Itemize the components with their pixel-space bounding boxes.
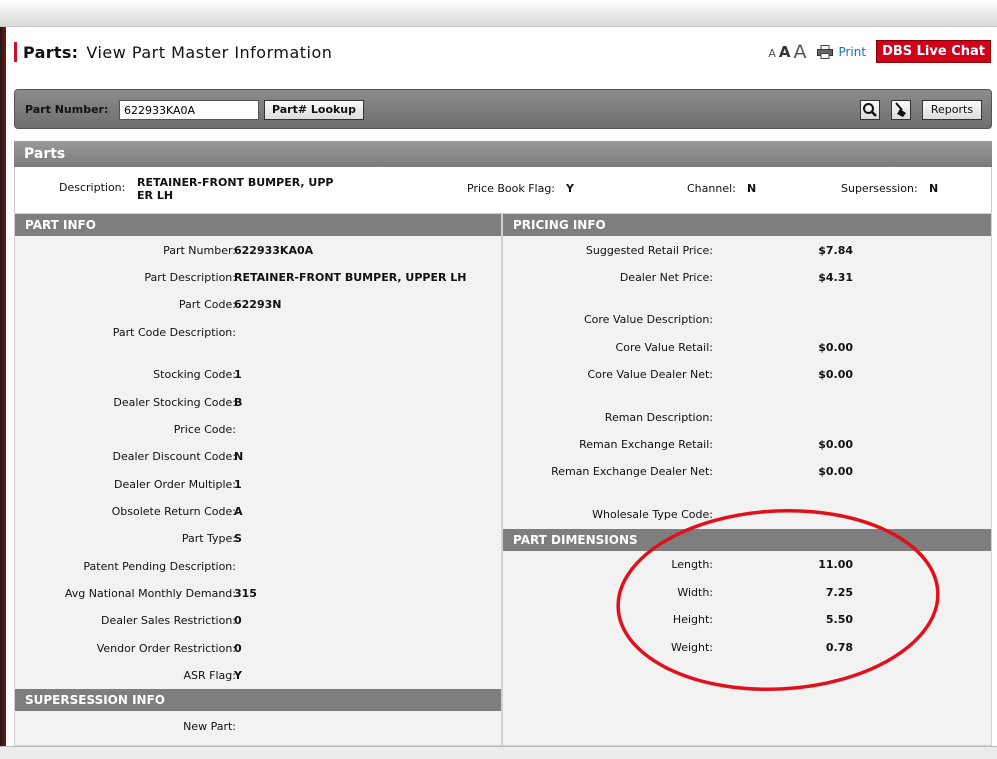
dimension-row-value: 5.50 (825, 613, 853, 626)
part-number-label: Part Number: (25, 103, 109, 116)
pricing-info-header: PRICING INFO (503, 214, 991, 236)
browser-top-bar (0, 0, 997, 27)
dimension-row-label: Width: (677, 586, 713, 599)
part-info-row-value: N (234, 450, 244, 463)
price-book-flag-label: Price Book Flag: (467, 182, 556, 195)
search-icon-button[interactable] (860, 100, 880, 120)
part-info-header: PART INFO (15, 214, 501, 236)
part-info-row-value: Y (234, 669, 242, 682)
dimension-row-value: 11.00 (818, 558, 853, 571)
pricing-row-label: Reman Description: (604, 411, 713, 424)
channel-label: Channel: (687, 182, 736, 195)
dimension-row-label: Weight: (670, 641, 713, 654)
pricing-row-label: Core Value Dealer Net: (587, 368, 714, 381)
font-size-small-button[interactable]: A (768, 47, 776, 60)
supersession-info-header: SUPERSESSION INFO (15, 689, 501, 711)
page-title-text: View Part Master Information (86, 42, 333, 62)
dimension-row-value: 7.25 (825, 586, 853, 599)
part-number-input[interactable] (119, 100, 259, 120)
part-info-row-label: Dealer Stocking Code: (113, 396, 236, 409)
broom-icon (895, 102, 906, 117)
page-content: Parts: View Part Master Information A A … (6, 28, 997, 759)
bottom-scroll-strip (0, 746, 997, 759)
part-info-row-label: ASR Flag: (183, 669, 236, 682)
part-info-row-value: B (234, 396, 243, 409)
dimension-row-label: Length: (671, 558, 713, 571)
part-info-row-value: 0 (234, 642, 242, 655)
pricing-row-label: Core Value Retail: (615, 341, 713, 354)
pricing-row-value: $7.84 (818, 244, 853, 257)
part-lookup-button[interactable]: Part# Lookup (264, 100, 364, 120)
price-book-flag-value: Y (566, 182, 574, 195)
part-info-row-label: Part Number: (163, 244, 236, 257)
printer-icon[interactable] (817, 44, 834, 59)
pricing-row-label: Reman Exchange Dealer Net: (551, 465, 713, 478)
part-info-row-value: RETAINER-FRONT BUMPER, UPPER LH (234, 271, 467, 284)
page-title: Parts: View Part Master Information (14, 41, 332, 63)
supersession-row-label: New Part: (183, 720, 236, 733)
part-dimensions-header: PART DIMENSIONS (503, 529, 991, 551)
dimension-row-value: 0.78 (825, 641, 853, 654)
part-info-row-value: 622933KA0A (234, 244, 314, 257)
part-info-row-value: S (234, 532, 242, 545)
pricing-row-value: $0.00 (818, 465, 853, 478)
reports-button[interactable]: Reports (922, 100, 982, 120)
description-label: Description: (59, 181, 126, 194)
live-chat-button[interactable]: DBS Live Chat (876, 40, 991, 63)
channel-value: N (747, 182, 757, 195)
title-accent-bar (14, 42, 17, 62)
clear-broom-button[interactable] (891, 100, 911, 120)
part-summary: Description: RETAINER-FRONT BUMPER, UPP … (14, 167, 992, 213)
part-info-row-value: 0 (234, 614, 242, 627)
part-info-row-label: Patent Pending Description: (83, 560, 236, 573)
part-info-row-value: 315 (234, 587, 257, 600)
description-value-line1: RETAINER-FRONT BUMPER, UPP (137, 176, 334, 189)
part-info-row-label: Part Type: (181, 532, 236, 545)
pricing-row-label: Wholesale Type Code: (592, 508, 713, 521)
part-info-row-label: Obsolete Return Code: (111, 505, 236, 518)
pricing-row-value: $0.00 (818, 341, 853, 354)
pricing-row-label: Core Value Description: (583, 313, 713, 326)
pricing-row-label: Reman Exchange Retail: (579, 438, 713, 451)
part-info-row-value: 1 (234, 478, 242, 491)
print-link[interactable]: Print (838, 45, 866, 59)
part-info-row-label: Stocking Code: (153, 368, 236, 381)
supersession-value: N (929, 182, 939, 195)
part-info-row-label: Dealer Order Multiple: (114, 478, 236, 491)
pricing-row-label: Suggested Retail Price: (585, 244, 713, 257)
part-search-bar: Part Number: Part# Lookup Reports (14, 89, 992, 129)
description-value-line2: ER LH (137, 189, 174, 202)
pricing-row-value: $0.00 (818, 368, 853, 381)
part-info-row-label: Avg National Monthly Demand: (64, 587, 236, 600)
page-title-section: Parts: (23, 42, 79, 62)
part-info-panel: PART INFO Part Number: 622933KA0A Part Des… (14, 213, 502, 746)
pricing-row-value: $4.31 (818, 271, 853, 284)
parts-section-header: Parts (14, 141, 992, 167)
part-info-row-label: Dealer Sales Restriction: (101, 614, 236, 627)
pricing-row-value: $0.00 (818, 438, 853, 451)
pricing-row-label: Dealer Net Price: (619, 271, 713, 284)
part-info-row-label: Price Code: (173, 423, 236, 436)
font-size-large-button[interactable]: A (793, 41, 806, 63)
part-info-row-label: Part Description: (144, 271, 236, 284)
header-tools: A A A Print DBS Live Chat (768, 40, 991, 63)
part-info-row-value: 62293N (234, 298, 282, 311)
part-info-row-label: Part Code: (178, 298, 236, 311)
font-size-medium-button[interactable]: A (779, 43, 791, 61)
part-info-row-label: Dealer Discount Code: (112, 450, 236, 463)
part-info-row-label: Part Code Description: (112, 326, 236, 339)
part-info-row-label: Vendor Order Restriction: (96, 642, 236, 655)
supersession-label: Supersession: (841, 182, 918, 195)
part-info-row-value: 1 (234, 368, 242, 381)
search-icon (863, 103, 877, 117)
pricing-info-panel: PRICING INFO Suggested Retail Price: $7.8… (502, 213, 992, 746)
part-info-row-value: A (234, 505, 243, 518)
dimension-row-label: Height: (672, 613, 713, 626)
